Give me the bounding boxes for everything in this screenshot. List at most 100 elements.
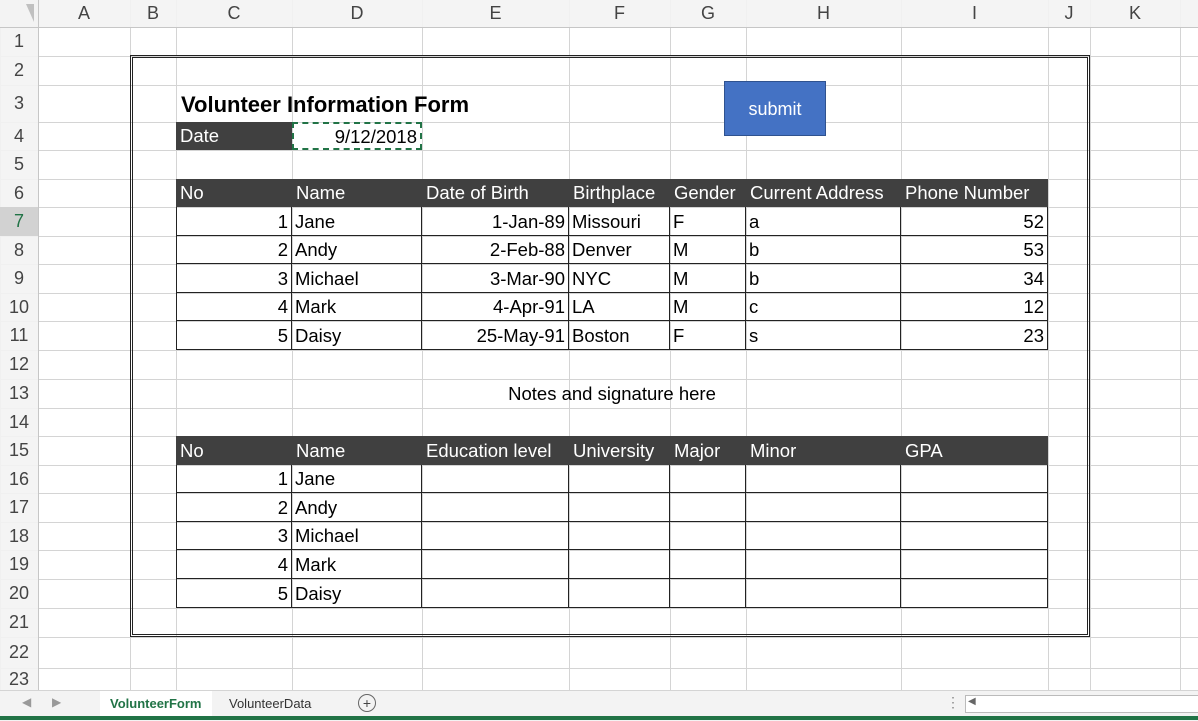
table2-cell[interactable]: [569, 465, 670, 493]
table1-cell[interactable]: 5: [176, 321, 292, 350]
table2-cell[interactable]: [569, 522, 670, 550]
table2-cell[interactable]: [746, 522, 901, 550]
table2-cell[interactable]: [422, 579, 569, 608]
row-header-16[interactable]: 16: [0, 465, 38, 493]
column-header-a[interactable]: A: [38, 0, 130, 27]
table1-cell[interactable]: 1-Jan-89: [422, 207, 569, 236]
table1-cell[interactable]: F: [670, 207, 746, 236]
table1-cell[interactable]: M: [670, 293, 746, 321]
table1-cell[interactable]: M: [670, 264, 746, 293]
row-header-22[interactable]: 22: [0, 637, 38, 668]
table2-cell[interactable]: [670, 579, 746, 608]
table1-cell[interactable]: F: [670, 321, 746, 350]
table1-cell[interactable]: 1: [176, 207, 292, 236]
row-header-9[interactable]: 9: [0, 264, 38, 293]
table2-cell[interactable]: Daisy: [292, 579, 422, 608]
table2-cell[interactable]: [901, 465, 1048, 493]
table2-cell[interactable]: [422, 493, 569, 522]
row-header-13[interactable]: 13: [0, 379, 38, 408]
table2-cell[interactable]: Andy: [292, 493, 422, 522]
submit-button[interactable]: submit: [724, 81, 826, 136]
column-header-h[interactable]: H: [746, 0, 901, 27]
table2-cell[interactable]: [901, 550, 1048, 579]
table2-cell[interactable]: [901, 493, 1048, 522]
row-header-18[interactable]: 18: [0, 522, 38, 550]
table2-cell[interactable]: 4: [176, 550, 292, 579]
table2-cell[interactable]: 3: [176, 522, 292, 550]
table1-cell[interactable]: LA: [569, 293, 670, 321]
table2-cell[interactable]: 5: [176, 579, 292, 608]
table2-cell[interactable]: [670, 522, 746, 550]
table2-cell[interactable]: [670, 465, 746, 493]
table1-cell[interactable]: 53: [901, 236, 1048, 264]
more-options-icon[interactable]: ⋮: [946, 694, 960, 711]
column-header-b[interactable]: B: [130, 0, 176, 27]
table1-cell[interactable]: s: [746, 321, 901, 350]
table1-cell[interactable]: NYC: [569, 264, 670, 293]
table1-cell[interactable]: Jane: [292, 207, 422, 236]
table1-cell[interactable]: Mark: [292, 293, 422, 321]
row-header-5[interactable]: 5: [0, 150, 38, 179]
row-header-14[interactable]: 14: [0, 408, 38, 436]
table2-cell[interactable]: [569, 493, 670, 522]
row-header-23[interactable]: 23: [0, 668, 38, 690]
table1-cell[interactable]: b: [746, 264, 901, 293]
row-header-7[interactable]: 7: [0, 207, 38, 236]
table1-cell[interactable]: Denver: [569, 236, 670, 264]
row-header-2[interactable]: 2: [0, 56, 38, 85]
row-header-12[interactable]: 12: [0, 350, 38, 379]
table1-cell[interactable]: b: [746, 236, 901, 264]
date-value[interactable]: 9/12/2018: [292, 122, 422, 150]
row-header-1[interactable]: 1: [0, 27, 38, 56]
row-header-4[interactable]: 4: [0, 122, 38, 150]
table1-cell[interactable]: c: [746, 293, 901, 321]
table1-cell[interactable]: Michael: [292, 264, 422, 293]
table1-cell[interactable]: 23: [901, 321, 1048, 350]
table1-cell[interactable]: 3-Mar-90: [422, 264, 569, 293]
table2-cell[interactable]: [901, 579, 1048, 608]
table1-cell[interactable]: Boston: [569, 321, 670, 350]
column-header-k[interactable]: K: [1090, 0, 1180, 27]
row-header-20[interactable]: 20: [0, 579, 38, 608]
table2-cell[interactable]: Jane: [292, 465, 422, 493]
table1-cell[interactable]: M: [670, 236, 746, 264]
table2-cell[interactable]: [422, 522, 569, 550]
table1-cell[interactable]: 2: [176, 236, 292, 264]
row-header-3[interactable]: 3: [0, 85, 38, 122]
table2-cell[interactable]: Michael: [292, 522, 422, 550]
column-header-d[interactable]: D: [292, 0, 422, 27]
column-header-f[interactable]: F: [569, 0, 670, 27]
table2-cell[interactable]: [670, 550, 746, 579]
table1-cell[interactable]: 12: [901, 293, 1048, 321]
table1-cell[interactable]: 3: [176, 264, 292, 293]
table1-cell[interactable]: 52: [901, 207, 1048, 236]
column-header-j[interactable]: J: [1048, 0, 1090, 27]
table2-cell[interactable]: [569, 550, 670, 579]
row-header-8[interactable]: 8: [0, 236, 38, 264]
table2-cell[interactable]: [901, 522, 1048, 550]
row-header-21[interactable]: 21: [0, 608, 38, 637]
table2-cell[interactable]: [746, 579, 901, 608]
table1-cell[interactable]: Andy: [292, 236, 422, 264]
table2-cell[interactable]: [670, 493, 746, 522]
table2-cell[interactable]: [746, 465, 901, 493]
add-sheet-icon[interactable]: +: [358, 694, 376, 712]
scroll-right-icon[interactable]: ▶: [52, 695, 61, 709]
table2-cell[interactable]: 1: [176, 465, 292, 493]
table2-cell[interactable]: [746, 493, 901, 522]
table2-cell[interactable]: 2: [176, 493, 292, 522]
table1-cell[interactable]: 25-May-91: [422, 321, 569, 350]
table2-cell[interactable]: Mark: [292, 550, 422, 579]
table1-cell[interactable]: 4-Apr-91: [422, 293, 569, 321]
row-header-17[interactable]: 17: [0, 493, 38, 522]
scrollbar-left-arrow-icon[interactable]: ◀: [968, 696, 976, 707]
table2-cell[interactable]: [422, 465, 569, 493]
table1-cell[interactable]: 4: [176, 293, 292, 321]
row-header-10[interactable]: 10: [0, 293, 38, 321]
table1-cell[interactable]: 34: [901, 264, 1048, 293]
table1-cell[interactable]: 2-Feb-88: [422, 236, 569, 264]
column-header-e[interactable]: E: [422, 0, 569, 27]
column-header-c[interactable]: C: [176, 0, 292, 27]
table2-cell[interactable]: [422, 550, 569, 579]
column-header-i[interactable]: I: [901, 0, 1048, 27]
